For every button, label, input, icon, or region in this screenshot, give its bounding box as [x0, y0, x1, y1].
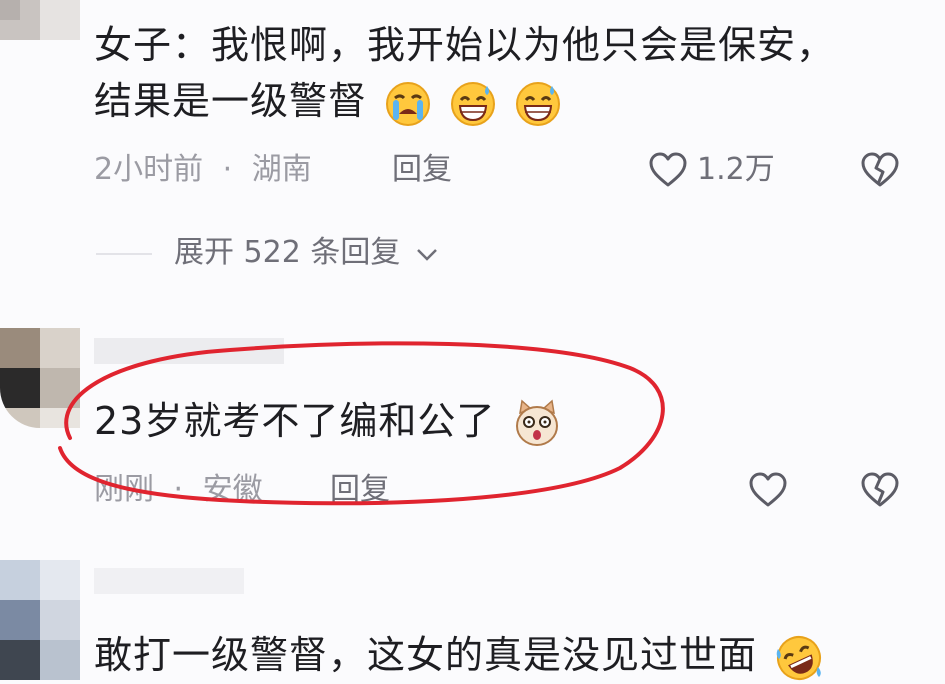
avatar[interactable]: [0, 0, 80, 44]
grin-sweat-emoji-icon: [451, 81, 496, 126]
expand-divider: [96, 253, 152, 255]
avatar[interactable]: [0, 560, 80, 682]
comment-text: 结果是一级警督: [94, 72, 562, 130]
comment-text: 敢打一级警督，这女的真是没见过世面: [94, 626, 824, 684]
expand-replies-label: 展开 522 条回复: [174, 235, 401, 270]
highlight-circle: [58, 341, 665, 506]
username-placeholder[interactable]: [94, 568, 244, 594]
expand-replies-button[interactable]: 展开 522 条回复: [174, 233, 440, 273]
comment-text-body: 敢打一级警督，这女的真是没见过世面: [94, 633, 758, 677]
comment-location: 湖南: [251, 152, 312, 187]
broken-heart-icon[interactable]: [858, 468, 902, 512]
like-count: 1.2万: [697, 152, 775, 187]
chevron-down-icon: [417, 248, 437, 261]
comment-text-line1: 女子：我恨啊，我开始以为他只会是保安，: [94, 23, 836, 67]
heart-outline-icon[interactable]: [746, 468, 790, 512]
meta-separator: ·: [222, 152, 233, 187]
broken-heart-icon[interactable]: [858, 148, 902, 192]
heart-outline-icon[interactable]: [646, 148, 690, 192]
comment-text: 女子：我恨啊，我开始以为他只会是保安，: [94, 16, 835, 74]
comment-meta: 2小时前 · 湖南: [94, 150, 312, 190]
grin-sweat-emoji-icon: [516, 81, 561, 126]
comment-text-line2: 结果是一级警督: [94, 79, 368, 123]
crying-emoji-icon: [386, 81, 431, 126]
comment-time: 2小时前: [94, 152, 204, 187]
rofl-emoji-icon: [776, 635, 822, 680]
reply-button[interactable]: 回复: [392, 150, 452, 190]
